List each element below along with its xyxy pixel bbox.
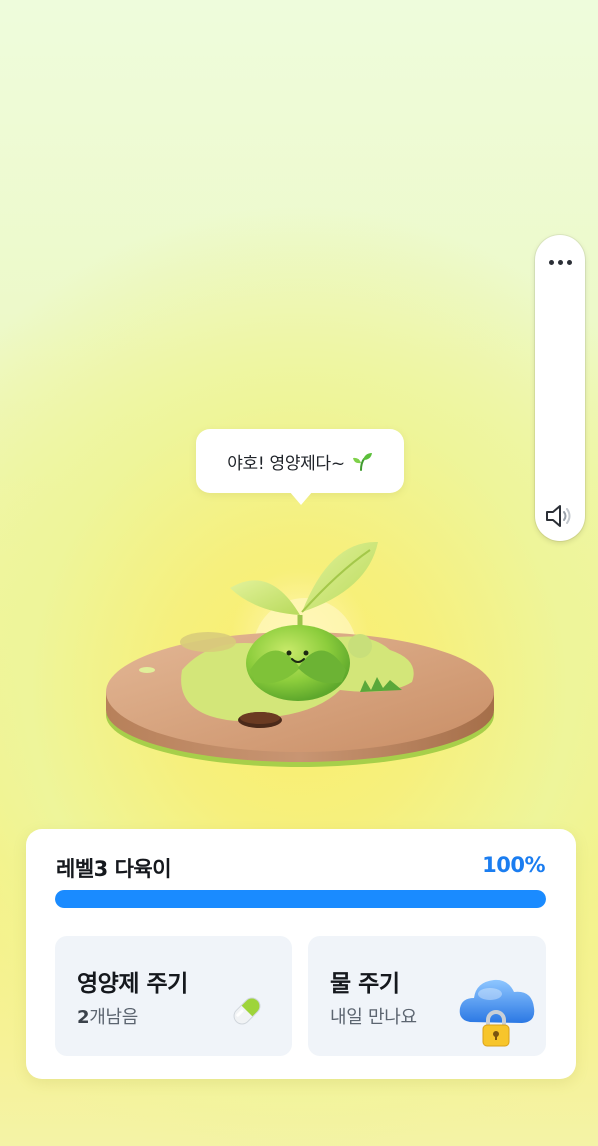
plant-illustration xyxy=(106,541,494,767)
sound-toggle-button[interactable] xyxy=(542,499,578,533)
speech-bubble: 야호! 영양제다~ xyxy=(196,429,404,493)
water-availability: 내일 만나요 xyxy=(330,1007,417,1028)
nutrient-remaining: 2개남음 xyxy=(77,1003,138,1029)
pill-icon xyxy=(233,997,261,1025)
nutrient-count: 2 xyxy=(77,1007,90,1028)
side-control-panel xyxy=(535,235,585,541)
give-water-button[interactable]: 물 주기 내일 만나요 xyxy=(308,936,546,1056)
growth-percent: 100% xyxy=(482,853,545,877)
speech-bubble-text: 야호! 영양제다~ xyxy=(227,453,345,474)
growth-progress-fill xyxy=(55,890,546,908)
plant-level-label: 레벨3 다육이 xyxy=(56,857,172,881)
give-nutrient-title: 영양제 주기 xyxy=(77,971,188,997)
give-water-title: 물 주기 xyxy=(330,971,400,997)
more-dots-icon xyxy=(548,259,554,265)
locked-cloud-icon xyxy=(459,979,535,1047)
plant-status-card: 레벨3 다육이 100% 영양제 주기 2개남음 물 주기 내일 만나요 xyxy=(26,829,576,1079)
give-nutrient-button[interactable]: 영양제 주기 2개남음 xyxy=(55,936,292,1056)
speech-bubble-tail xyxy=(289,491,313,505)
more-options-button[interactable] xyxy=(535,245,585,279)
sprout-icon xyxy=(352,453,372,471)
nutrient-count-suffix: 개남음 xyxy=(89,1007,139,1028)
speaker-icon xyxy=(546,505,571,527)
growth-progress-bar xyxy=(55,890,546,908)
